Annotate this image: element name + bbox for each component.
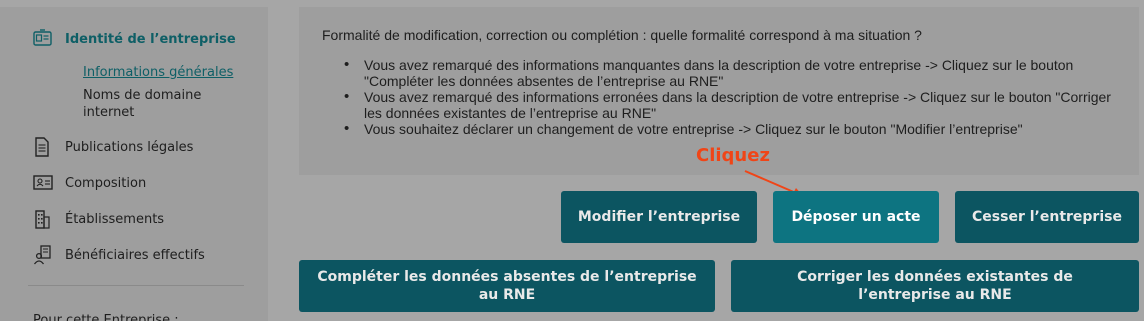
completer-donnees-button[interactable]: Compléter les données absentes de l’entr… xyxy=(299,260,715,312)
modifier-entreprise-button[interactable]: Modifier l’entreprise xyxy=(561,191,757,243)
corriger-donnees-button[interactable]: Corriger les données existantes de l’ent… xyxy=(731,260,1139,312)
cesser-entreprise-button[interactable]: Cesser l’entreprise xyxy=(955,191,1139,243)
deposer-acte-button[interactable]: Déposer un acte xyxy=(773,191,939,243)
